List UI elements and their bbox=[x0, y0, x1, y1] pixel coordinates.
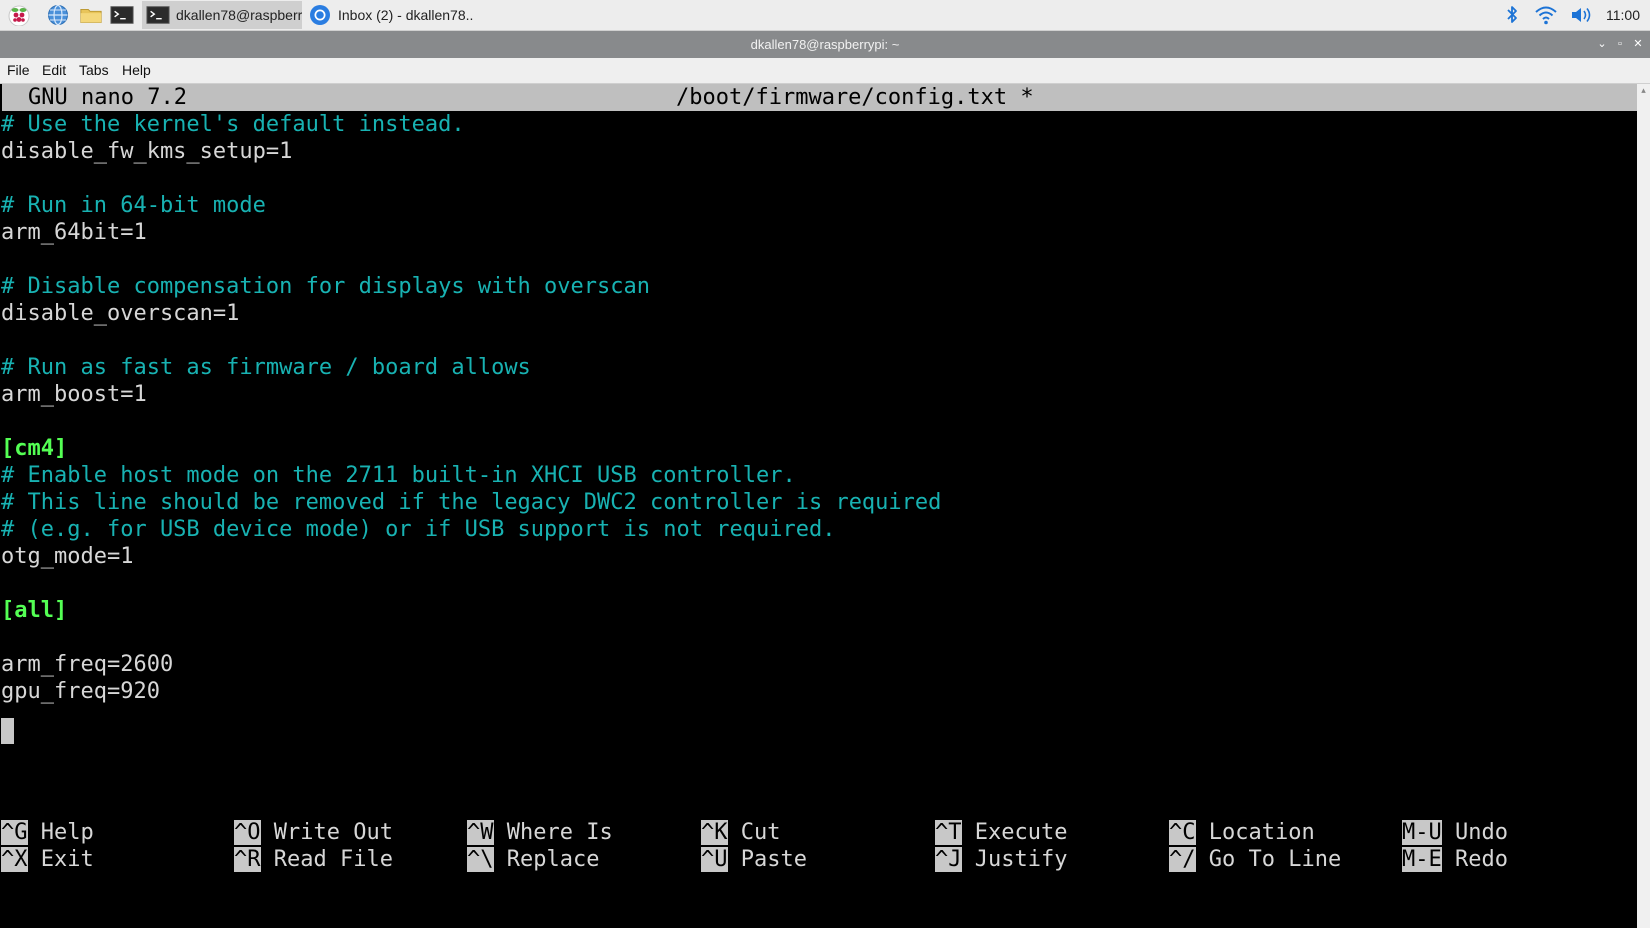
shortcut-key: ^J bbox=[935, 847, 962, 872]
shortcut-write-out[interactable]: ^O Write Out bbox=[234, 819, 393, 846]
shortcut-redo[interactable]: M-E Redo bbox=[1402, 846, 1508, 873]
shortcut-where-is[interactable]: ^W Where Is bbox=[467, 819, 613, 846]
maximize-icon[interactable]: ▫ bbox=[1612, 31, 1628, 58]
editor-line[interactable]: disable_overscan=1 bbox=[1, 300, 239, 327]
chromium-icon bbox=[308, 4, 332, 26]
volume-icon[interactable] bbox=[1568, 0, 1596, 30]
raspberry-icon[interactable] bbox=[7, 4, 31, 26]
shortcut-key: ^C bbox=[1169, 820, 1196, 845]
taskbar: dkallen78@raspberr.. Inbox (2) - dkallen… bbox=[0, 0, 1650, 31]
shortcut-label: Replace bbox=[506, 847, 600, 872]
editor-line[interactable]: otg_mode=1 bbox=[1, 543, 133, 570]
bluetooth-icon[interactable] bbox=[1500, 0, 1524, 30]
editor-line[interactable]: gpu_freq=920 bbox=[1, 678, 160, 705]
nano-filename: /boot/firmware/config.txt * bbox=[676, 85, 1034, 110]
shortcut-cut[interactable]: ^K Cut bbox=[701, 819, 781, 846]
window-titlebar[interactable]: dkallen78@raspberrypi: ~ ⌄ ▫ ✕ bbox=[0, 31, 1650, 58]
editor-line[interactable]: [all] bbox=[1, 597, 67, 624]
taskbar-window-browser[interactable]: Inbox (2) - dkallen78.. bbox=[304, 1, 474, 29]
shortcut-exit[interactable]: ^X Exit bbox=[1, 846, 94, 873]
shortcut-execute[interactable]: ^T Execute bbox=[935, 819, 1067, 846]
editor-line[interactable]: [cm4] bbox=[1, 435, 67, 462]
terminal-area[interactable]: GNU nano 7.2 /boot/firmware/config.txt *… bbox=[0, 84, 1637, 928]
shortcut-location[interactable]: ^C Location bbox=[1169, 819, 1315, 846]
shortcut-key: ^U bbox=[701, 847, 728, 872]
editor-line[interactable]: # Run in 64-bit mode bbox=[1, 192, 266, 219]
taskbar-window-terminal[interactable]: dkallen78@raspberr.. bbox=[142, 1, 302, 29]
shortcut-undo[interactable]: M-U Undo bbox=[1402, 819, 1508, 846]
shortcut-key: ^\ bbox=[467, 847, 494, 872]
shortcut-replace[interactable]: ^\ Replace bbox=[467, 846, 599, 873]
shortcut-label: Location bbox=[1208, 820, 1315, 845]
menu-file[interactable]: File bbox=[7, 58, 30, 83]
taskbar-window-label: dkallen78@raspberr.. bbox=[176, 7, 302, 23]
shortcut-key: ^T bbox=[935, 820, 962, 845]
menu-tabs[interactable]: Tabs bbox=[79, 58, 109, 83]
shortcut-key: ^R bbox=[234, 847, 261, 872]
shortcut-label: Redo bbox=[1455, 847, 1508, 872]
editor-line[interactable]: disable_fw_kms_setup=1 bbox=[1, 138, 292, 165]
shortcut-key: ^G bbox=[1, 820, 28, 845]
shortcut-label: Write Out bbox=[273, 820, 393, 845]
terminal-scrollbar[interactable]: ▴ bbox=[1637, 84, 1650, 928]
shortcut-key: ^O bbox=[234, 820, 261, 845]
menu-edit[interactable]: Edit bbox=[42, 58, 66, 83]
close-icon[interactable]: ✕ bbox=[1630, 31, 1646, 58]
shortcut-key: ^X bbox=[1, 847, 28, 872]
editor-line[interactable]: # Use the kernel's default instead. bbox=[1, 111, 465, 138]
shortcut-key: ^/ bbox=[1169, 847, 1196, 872]
editor-line[interactable]: # This line should be removed if the leg… bbox=[1, 489, 941, 516]
editor-line[interactable]: # Run as fast as firmware / board allows bbox=[1, 354, 531, 381]
clock[interactable]: 11:00 bbox=[1606, 0, 1640, 30]
scroll-up-icon[interactable]: ▴ bbox=[1638, 86, 1649, 96]
shortcut-label: Go To Line bbox=[1208, 847, 1342, 872]
shortcut-label: Help bbox=[40, 820, 94, 845]
shortcut-help[interactable]: ^G Help bbox=[1, 819, 94, 846]
shortcut-label: Undo bbox=[1455, 820, 1508, 845]
nano-version: GNU nano 7.2 bbox=[28, 85, 187, 110]
menubar: File Edit Tabs Help bbox=[0, 58, 1650, 84]
shortcut-label: Read File bbox=[273, 847, 393, 872]
shortcut-read-file[interactable]: ^R Read File bbox=[234, 846, 393, 873]
shortcut-label: Where Is bbox=[506, 820, 613, 845]
shortcut-key: ^W bbox=[467, 820, 494, 845]
shortcut-label: Exit bbox=[40, 847, 94, 872]
shortcut-key: M-E bbox=[1402, 847, 1442, 872]
shortcut-label: Cut bbox=[740, 820, 781, 845]
editor-line[interactable]: # Enable host mode on the 2711 built-in … bbox=[1, 462, 796, 489]
shortcut-go-to-line[interactable]: ^/ Go To Line bbox=[1169, 846, 1341, 873]
folder-icon[interactable] bbox=[79, 4, 103, 26]
shortcut-label: Paste bbox=[740, 847, 807, 872]
editor-line[interactable]: arm_freq=2600 bbox=[1, 651, 173, 678]
taskbar-window-label: Inbox (2) - dkallen78.. bbox=[338, 7, 474, 23]
shortcut-label: Execute bbox=[974, 820, 1068, 845]
wifi-icon[interactable] bbox=[1532, 0, 1560, 30]
editor-line[interactable]: # Disable compensation for displays with… bbox=[1, 273, 650, 300]
terminal-icon[interactable] bbox=[110, 4, 134, 26]
shortcut-key: ^K bbox=[701, 820, 728, 845]
shortcut-justify[interactable]: ^J Justify bbox=[935, 846, 1067, 873]
shortcut-key: M-U bbox=[1402, 820, 1442, 845]
editor-line[interactable]: arm_boost=1 bbox=[1, 381, 147, 408]
text-cursor bbox=[1, 718, 14, 744]
shortcut-paste[interactable]: ^U Paste bbox=[701, 846, 807, 873]
minimize-icon[interactable]: ⌄ bbox=[1594, 31, 1610, 58]
globe-icon[interactable] bbox=[46, 4, 70, 26]
window-title: dkallen78@raspberrypi: ~ bbox=[750, 37, 900, 52]
shortcut-label: Justify bbox=[974, 847, 1068, 872]
terminal-icon bbox=[146, 4, 170, 26]
menu-help[interactable]: Help bbox=[122, 58, 151, 83]
editor-line[interactable]: # (e.g. for USB device mode) or if USB s… bbox=[1, 516, 835, 543]
editor-line[interactable]: arm_64bit=1 bbox=[1, 219, 147, 246]
nano-title-bar: GNU nano 7.2 /boot/firmware/config.txt * bbox=[2, 84, 1637, 111]
